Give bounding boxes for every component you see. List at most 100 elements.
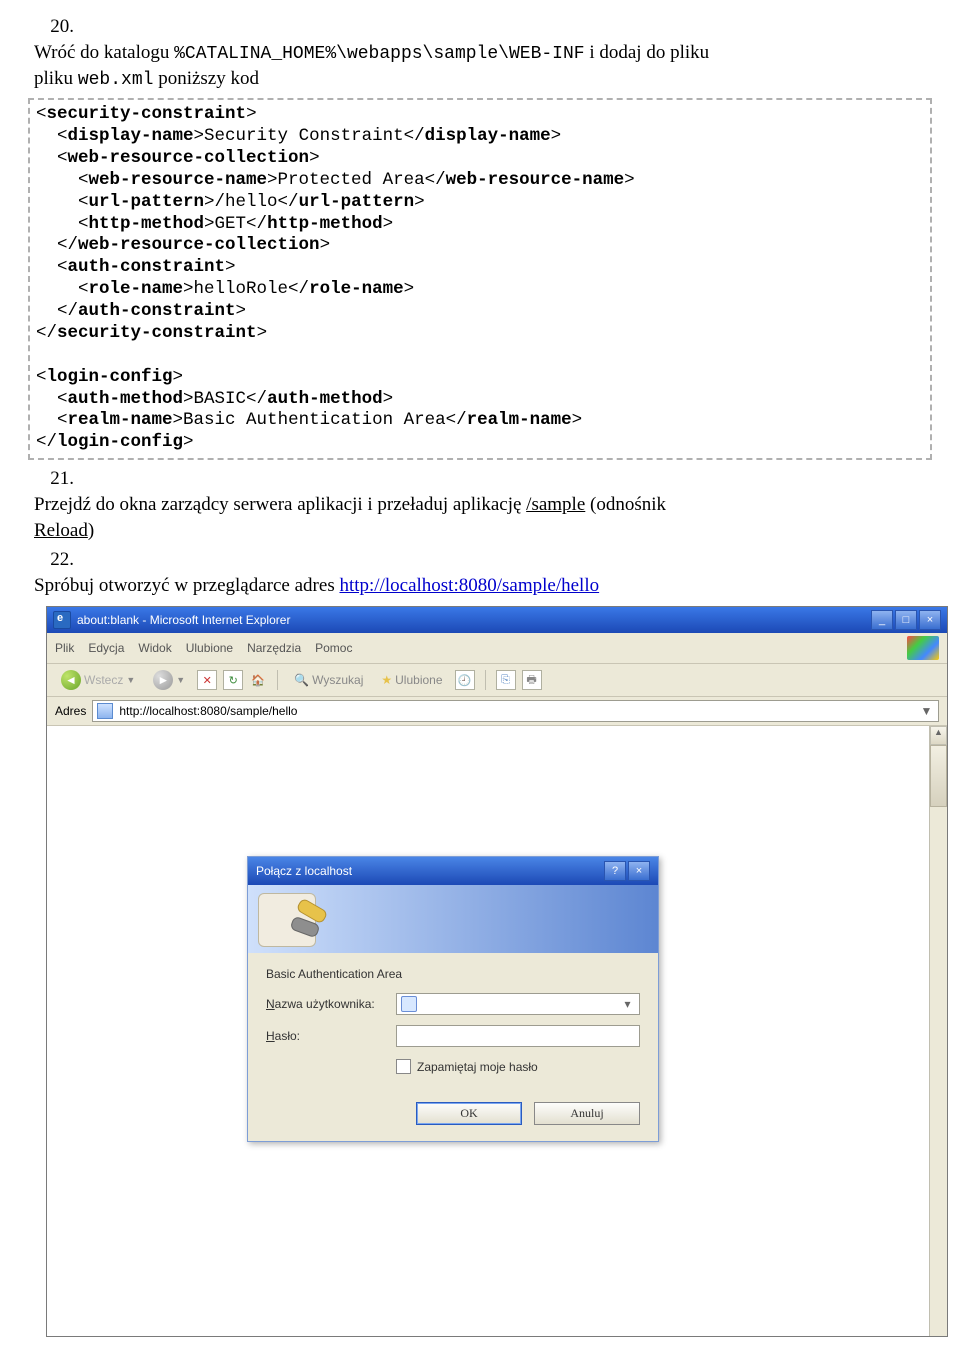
ie-titlebar[interactable]: about:blank - Microsoft Internet Explore… <box>47 607 947 633</box>
t: > <box>309 148 320 168</box>
t: >GET</ <box>204 214 267 234</box>
username-input[interactable]: ▾ <box>396 993 640 1015</box>
t: > <box>236 301 247 321</box>
menu-plik[interactable]: Plik <box>55 641 74 655</box>
t: < <box>36 148 68 168</box>
realm-label: Basic Authentication Area <box>266 967 640 981</box>
t: < <box>36 367 47 387</box>
menu-narzedzia[interactable]: Narzędzia <box>247 641 301 655</box>
forward-button[interactable]: ►▼ <box>147 668 191 692</box>
dialog-help-button[interactable]: ? <box>604 861 626 881</box>
dialog-body: Basic Authentication Area Nazwa użytkown… <box>248 953 658 1141</box>
dialog-header-graphic <box>248 885 658 953</box>
t: > <box>246 104 257 124</box>
t: < <box>36 192 89 212</box>
t: > <box>320 235 331 255</box>
menu-pomoc[interactable]: Pomoc <box>315 641 352 655</box>
tag: role-name <box>309 279 404 299</box>
print-button[interactable]: 🖶 <box>522 670 542 690</box>
t: > <box>383 389 394 409</box>
chevron-down-icon[interactable]: ▾ <box>620 997 635 1011</box>
history-button[interactable]: 🕘 <box>455 670 475 690</box>
cancel-button[interactable]: Anuluj <box>534 1102 640 1125</box>
path-code: %CATALINA_HOME%\webapps\sample\WEB-INF <box>174 44 584 64</box>
ok-button[interactable]: OK <box>416 1102 522 1125</box>
step-body: Wróć do katalogu %CATALINA_HOME%\webapps… <box>34 40 884 93</box>
tag: auth-method <box>68 389 184 409</box>
code-block: <security-constraint> <display-name>Secu… <box>28 98 932 460</box>
minimize-button[interactable]: _ <box>871 610 893 630</box>
password-input[interactable] <box>396 1025 640 1047</box>
tag: http-method <box>89 214 205 234</box>
tag: security-constraint <box>57 323 257 343</box>
mail-button[interactable]: ⎘ <box>496 670 516 690</box>
t: < <box>36 214 89 234</box>
url-link[interactable]: http://localhost:8080/sample/hello <box>339 575 599 596</box>
auth-dialog: Połącz z localhost ? × Basic Authenticat… <box>247 856 659 1142</box>
user-icon <box>401 996 417 1012</box>
stop-button[interactable]: ✕ <box>197 670 217 690</box>
back-arrow-icon: ◄ <box>61 670 81 690</box>
menu-ulubione[interactable]: Ulubione <box>186 641 233 655</box>
maximize-button[interactable]: □ <box>895 610 917 630</box>
t: >Protected Area</ <box>267 170 446 190</box>
separator <box>277 670 278 690</box>
t: < <box>36 104 47 124</box>
t: > <box>404 279 415 299</box>
text: poniższy kod <box>153 68 259 89</box>
menu-edycja[interactable]: Edycja <box>88 641 124 655</box>
t: >Security Constraint</ <box>194 126 425 146</box>
keys-icon <box>258 893 316 947</box>
t: < <box>36 410 68 430</box>
tag: web-resource-name <box>89 170 268 190</box>
tag: auth-method <box>267 389 383 409</box>
home-button[interactable]: 🏠 <box>249 671 267 689</box>
menu-widok[interactable]: Widok <box>138 641 171 655</box>
remember-label: Zapamiętaj moje hasło <box>417 1060 538 1074</box>
address-dropdown-icon[interactable]: ▼ <box>919 704 934 718</box>
password-label: Hasło: <box>266 1029 396 1043</box>
search-button[interactable]: 🔍Wyszukaj <box>288 671 369 689</box>
t: < <box>36 126 68 146</box>
link-text: /sample <box>526 494 585 515</box>
address-box[interactable]: ▼ <box>92 700 939 722</box>
label: Ulubione <box>395 673 442 687</box>
address-input[interactable] <box>117 703 915 719</box>
t: > <box>624 170 635 190</box>
text: pliku <box>34 68 78 89</box>
dialog-titlebar[interactable]: Połącz z localhost ? × <box>248 857 658 885</box>
t: >BASIC</ <box>183 389 267 409</box>
step-number: 20. <box>28 14 74 40</box>
tag: web-resource-collection <box>68 148 310 168</box>
vertical-scrollbar[interactable]: ▲ <box>929 726 947 1336</box>
tag: realm-name <box>68 410 173 430</box>
scroll-thumb[interactable] <box>930 745 947 807</box>
t: > <box>414 192 425 212</box>
windows-logo-icon <box>907 636 939 660</box>
t: < <box>36 389 68 409</box>
window-title: about:blank - Microsoft Internet Explore… <box>77 613 871 627</box>
tag: auth-constraint <box>68 257 226 277</box>
tag: role-name <box>89 279 184 299</box>
text: Spróbuj otworzyć w przeglądarce adres <box>34 575 339 596</box>
back-button[interactable]: ◄Wstecz▼ <box>55 668 141 692</box>
t: > <box>257 323 268 343</box>
tag: auth-constraint <box>78 301 236 321</box>
tag: login-config <box>47 367 173 387</box>
chevron-down-icon: ▼ <box>176 675 185 685</box>
text: Wróć do katalogu <box>34 42 174 63</box>
address-label: Adres <box>55 704 86 718</box>
dialog-title: Połącz z localhost <box>256 864 602 878</box>
step-22: 22. Spróbuj otworzyć w przeglądarce adre… <box>28 547 932 598</box>
scroll-up-button[interactable]: ▲ <box>930 726 947 745</box>
t: asło: <box>275 1029 300 1043</box>
t: </ <box>36 323 57 343</box>
t: > <box>173 367 184 387</box>
remember-checkbox[interactable] <box>396 1059 411 1074</box>
close-button[interactable]: × <box>919 610 941 630</box>
username-label: Nazwa użytkownika: <box>266 997 396 1011</box>
dialog-close-button[interactable]: × <box>628 861 650 881</box>
refresh-button[interactable]: ↻ <box>223 670 243 690</box>
favorites-button[interactable]: ★Ulubione <box>375 671 448 689</box>
password-row: Hasło: <box>266 1025 640 1047</box>
